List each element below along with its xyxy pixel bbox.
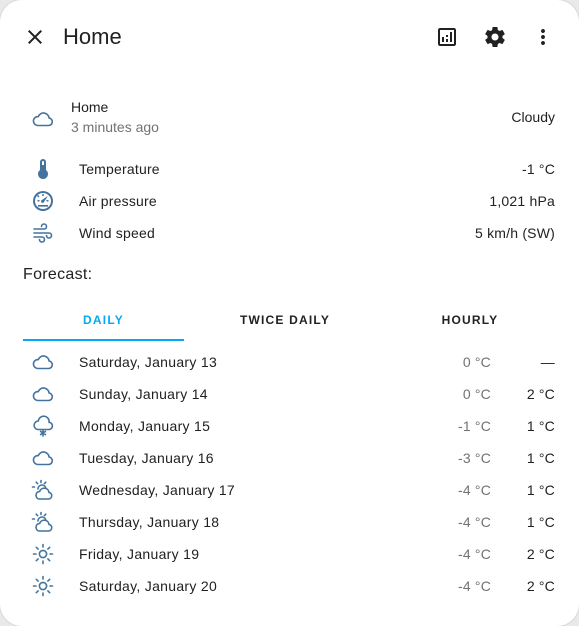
entity-state: Cloudy <box>511 109 555 125</box>
snowy-icon <box>31 414 55 438</box>
cloud-outline-icon <box>31 382 55 406</box>
forecast-low: -4 °C <box>457 546 491 562</box>
cloud-outline-icon <box>31 107 55 131</box>
attribute-row-air-pressure: Air pressure 1,021 hPa <box>0 185 579 217</box>
forecast-day: Wednesday, January 17 <box>79 482 235 498</box>
forecast-tabs: DAILY TWICE DAILY HOURLY <box>23 298 555 342</box>
forecast-row: Friday, January 19 -4 °C 2 °C <box>0 538 579 570</box>
forecast-low: 0 °C <box>462 354 491 370</box>
forecast-row: Wednesday, January 17 -4 °C 1 °C <box>0 474 579 506</box>
wind-icon <box>31 221 55 245</box>
forecast-row: Thursday, January 18 -4 °C 1 °C <box>0 506 579 538</box>
chart-box-icon <box>438 28 456 46</box>
forecast-high: 1 °C <box>526 482 555 498</box>
thermometer-icon <box>31 157 55 181</box>
attribute-value: 1,021 hPa <box>489 193 555 209</box>
active-tab-indicator <box>23 339 184 341</box>
gauge-icon <box>31 189 55 213</box>
forecast-row: Saturday, January 20 -4 °C 2 °C <box>0 570 579 602</box>
forecast-day: Friday, January 19 <box>79 546 200 562</box>
forecast-day: Thursday, January 18 <box>79 514 220 530</box>
cloud-outline-icon <box>31 350 55 374</box>
forecast-high: — <box>540 354 555 370</box>
forecast-low: 0 °C <box>462 386 491 402</box>
forecast-high: 1 °C <box>526 450 555 466</box>
close-button[interactable] <box>15 17 55 57</box>
forecast-high: 1 °C <box>526 514 555 530</box>
dialog-title: Home <box>63 24 122 49</box>
forecast-day: Tuesday, January 16 <box>79 450 214 466</box>
partly-cloudy-icon <box>31 510 55 534</box>
attribute-label: Air pressure <box>79 193 157 209</box>
overflow-menu-button[interactable] <box>523 17 563 57</box>
entity-row: Home 3 minutes ago Cloudy <box>0 96 579 140</box>
tab-hourly[interactable]: HOURLY <box>393 298 547 342</box>
forecast-low: -4 °C <box>457 578 491 594</box>
sunny-icon <box>31 542 55 566</box>
forecast-high: 2 °C <box>526 386 555 402</box>
forecast-low: -4 °C <box>457 514 491 530</box>
forecast-day: Saturday, January 20 <box>79 578 218 594</box>
dialog-header: Home <box>0 0 579 74</box>
forecast-day: Saturday, January 13 <box>79 354 218 370</box>
forecast-day: Monday, January 15 <box>79 418 211 434</box>
history-button[interactable] <box>427 17 467 57</box>
attribute-value: 5 km/h (SW) <box>475 225 555 241</box>
forecast-high: 2 °C <box>526 546 555 562</box>
forecast-day: Sunday, January 14 <box>79 386 208 402</box>
settings-button[interactable] <box>475 17 515 57</box>
forecast-row: Sunday, January 14 0 °C 2 °C <box>0 378 579 410</box>
entity-name: Home <box>71 99 109 115</box>
more-info-dialog: Home Home 3 minutes ago Cloudy Temperatu… <box>0 0 579 626</box>
tab-daily[interactable]: DAILY <box>23 298 184 342</box>
sunny-icon <box>31 574 55 598</box>
gear-icon <box>485 27 505 47</box>
partly-cloudy-icon <box>31 478 55 502</box>
attribute-row-wind-speed: Wind speed 5 km/h (SW) <box>0 217 579 249</box>
forecast-low: -4 °C <box>457 482 491 498</box>
dots-vertical-icon <box>541 29 545 45</box>
attribute-label: Wind speed <box>79 225 155 241</box>
forecast-row: Tuesday, January 16 -3 °C 1 °C <box>0 442 579 474</box>
cloud-outline-icon <box>31 446 55 470</box>
tab-twice-daily[interactable]: TWICE DAILY <box>206 298 364 342</box>
last-changed: 3 minutes ago <box>71 119 159 135</box>
attribute-row-temperature: Temperature -1 °C <box>0 153 579 185</box>
forecast-title: Forecast: <box>23 266 93 283</box>
forecast-low: -1 °C <box>457 418 491 434</box>
forecast-row: Saturday, January 13 0 °C — <box>0 346 579 378</box>
forecast-high: 1 °C <box>526 418 555 434</box>
forecast-row: Monday, January 15 -1 °C 1 °C <box>0 410 579 442</box>
forecast-low: -3 °C <box>457 450 491 466</box>
attribute-label: Temperature <box>79 161 160 177</box>
attribute-value: -1 °C <box>521 161 555 177</box>
close-icon <box>28 30 42 44</box>
forecast-high: 2 °C <box>526 578 555 594</box>
